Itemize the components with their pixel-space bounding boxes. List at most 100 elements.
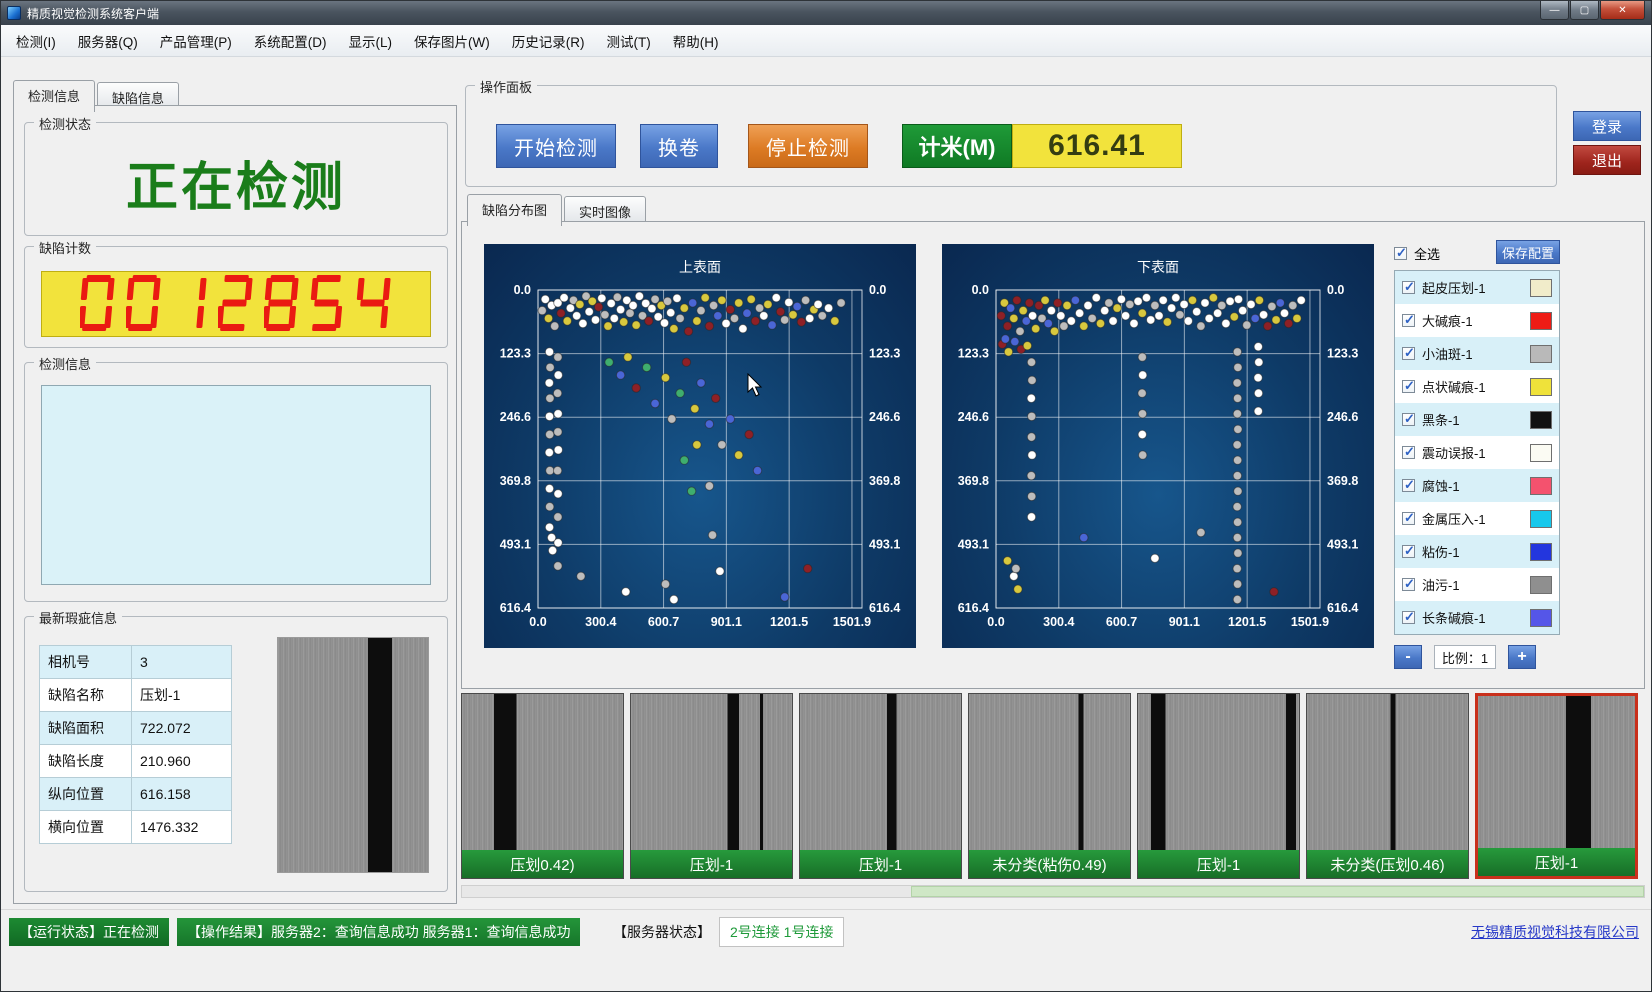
legend-checkbox[interactable] (1402, 413, 1415, 426)
menu-item-0[interactable]: 检测(I) (5, 25, 67, 57)
scatter-point (1289, 301, 1297, 309)
scatter-point (718, 296, 726, 304)
menu-item-7[interactable]: 测试(T) (595, 25, 661, 57)
legend-checkbox[interactable] (1402, 578, 1415, 591)
defect-thumbnail-1[interactable]: 压划-1 (630, 693, 793, 879)
menu-item-8[interactable]: 帮助(H) (662, 25, 730, 57)
latest-defect-group: 最新瑕疵信息 相机号3缺陷名称压划-1缺陷面积722.072缺陷长度210.96… (24, 616, 448, 892)
scatter-point (616, 371, 624, 379)
table-row: 横向位置1476.332 (40, 811, 232, 844)
scatter-point (753, 466, 761, 474)
defect-thumbnail-strip: 压划0.42)压划-1压划-1未分类(粘伤0.49)压划-1未分类(压划0.46… (461, 693, 1645, 899)
menu-item-1[interactable]: 服务器(Q) (67, 25, 149, 57)
scatter-point (1234, 425, 1242, 433)
scale-plus-button[interactable]: + (1508, 645, 1536, 669)
legend-color-swatch (1530, 609, 1552, 627)
defect-detail-image (277, 637, 429, 873)
thumbnail-row: 压划0.42)压划-1压划-1未分类(粘伤0.49)压划-1未分类(压划0.46… (461, 693, 1645, 879)
menu-item-2[interactable]: 产品管理(P) (149, 25, 243, 57)
detection-info-box[interactable] (41, 385, 431, 585)
defect-thumbnail-0[interactable]: 压划0.42) (461, 693, 624, 879)
legend-checkbox[interactable] (1402, 281, 1415, 294)
y-tick-label-right: 123.3 (869, 347, 900, 361)
change-roll-button[interactable]: 换卷 (640, 124, 718, 168)
thumbnail-label: 压划-1 (631, 850, 792, 878)
scatter-point (1130, 319, 1138, 327)
defect-thumbnail-6[interactable]: 压划-1 (1475, 693, 1638, 879)
scatter-point (1139, 371, 1147, 379)
select-all-checkbox[interactable] (1394, 247, 1407, 260)
scatter-point (1028, 451, 1036, 459)
legend-checkbox[interactable] (1402, 446, 1415, 459)
scatter-point (1163, 318, 1171, 326)
scatter-point (1264, 322, 1272, 330)
table-row: 缺陷名称压划-1 (40, 679, 232, 712)
scatter-point (1003, 557, 1011, 565)
thumbnail-image (1307, 694, 1468, 850)
thumbnail-label: 压划0.42) (462, 850, 623, 878)
scatter-point (716, 567, 724, 575)
scatter-point (785, 298, 793, 306)
run-status-box: 【运行状态】正在检测 (9, 918, 169, 946)
scatter-point (824, 304, 832, 312)
operation-panel-group: 操作面板 开始检测 换卷 停止检测 计米(M) 616.41 (465, 85, 1557, 187)
scatter-point (1027, 358, 1035, 366)
stop-detection-button[interactable]: 停止检测 (748, 124, 868, 168)
scatter-point (687, 487, 695, 495)
scatter-point (604, 322, 612, 330)
scale-minus-button[interactable]: - (1394, 645, 1422, 669)
scatter-point (553, 389, 561, 397)
scatter-point (1297, 296, 1305, 304)
scatter-point (1105, 299, 1113, 307)
scatter-point (730, 314, 738, 322)
maximize-button[interactable]: ▢ (1570, 1, 1599, 20)
scatter-point (538, 306, 546, 314)
y-tick-label-left: 123.3 (958, 347, 989, 361)
scatter-point (1027, 513, 1035, 521)
legend-checkbox[interactable] (1402, 380, 1415, 393)
close-button[interactable]: ✕ (1600, 1, 1645, 20)
scatter-point (1222, 319, 1230, 327)
scatter-point (781, 593, 789, 601)
menu-item-3[interactable]: 系统配置(D) (243, 25, 338, 57)
scatter-point (576, 300, 584, 308)
scatter-point (1209, 294, 1217, 302)
legend-item-8: 粘伤-1 (1395, 535, 1559, 568)
legend-checkbox[interactable] (1402, 314, 1415, 327)
scatter-point (1197, 322, 1205, 330)
legend-checkbox[interactable] (1402, 347, 1415, 360)
title-bar: 精质视觉检测系统客户端 — ▢ ✕ (1, 1, 1651, 25)
menu-item-4[interactable]: 显示(L) (338, 25, 404, 57)
table-row: 缺陷面积722.072 (40, 712, 232, 745)
login-button[interactable]: 登录 (1573, 111, 1641, 141)
defect-thumbnail-3[interactable]: 未分类(粘伤0.49) (968, 693, 1131, 879)
menu-item-5[interactable]: 保存图片(W) (403, 25, 501, 57)
scatter-point (601, 311, 609, 319)
save-config-button[interactable]: 保存配置 (1496, 240, 1560, 264)
legend-checkbox[interactable] (1402, 545, 1415, 558)
defect-thumbnail-4[interactable]: 压划-1 (1137, 693, 1300, 879)
logout-button[interactable]: 退出 (1573, 145, 1641, 175)
y-tick-label-right: 616.4 (869, 601, 900, 615)
start-detection-button[interactable]: 开始检测 (496, 124, 616, 168)
thumbnail-label: 压划-1 (1138, 850, 1299, 878)
legend-checkbox[interactable] (1402, 479, 1415, 492)
legend-checkbox[interactable] (1402, 512, 1415, 525)
scatter-point (632, 321, 640, 329)
defect-thumbnail-2[interactable]: 压划-1 (799, 693, 962, 879)
thumbnail-scrollbar-thumb[interactable] (911, 886, 1644, 897)
scatter-point (554, 490, 562, 498)
legend-checkbox[interactable] (1402, 611, 1415, 624)
scatter-point (1138, 309, 1146, 317)
scatter-point (563, 317, 571, 325)
minimize-button[interactable]: — (1540, 1, 1569, 20)
tab-left-0[interactable]: 检测信息 (13, 80, 95, 112)
company-link[interactable]: 无锡精质视觉科技有限公司 (1471, 922, 1639, 942)
defect-thumbnail-5[interactable]: 未分类(压划0.46) (1306, 693, 1469, 879)
thumbnail-scrollbar[interactable] (461, 885, 1645, 898)
menu-item-6[interactable]: 历史记录(R) (501, 25, 596, 57)
legend-label: 长条碱痕-1 (1422, 608, 1486, 627)
scatter-point (714, 312, 722, 320)
y-tick-label-left: 369.8 (958, 474, 989, 488)
tab-view-0[interactable]: 缺陷分布图 (467, 194, 562, 226)
